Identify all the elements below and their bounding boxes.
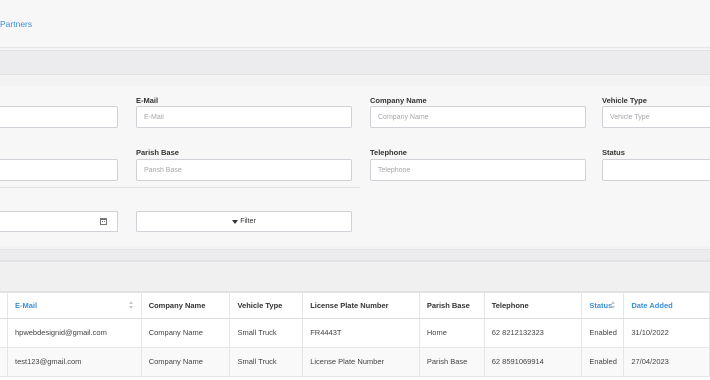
parish-base-label: Parish Base: [136, 148, 179, 157]
company-name-label: Company Name: [370, 96, 427, 105]
table-row[interactable]: test123@gmail.com Company Name Small Tru…: [0, 347, 710, 377]
cell-date-added: 27/04/2023: [623, 347, 710, 377]
partners-table: E-Mail Company Name Vehicle Type License…: [0, 293, 710, 377]
cell-parish-base: Home: [419, 318, 485, 348]
telephone-label: Telephone: [370, 148, 407, 157]
filter-divider: [0, 187, 360, 188]
column-header-vehicle-type: Vehicle Type: [229, 293, 304, 319]
cell-company-name: Company Name: [141, 318, 231, 348]
email-label: E-Mail: [136, 96, 159, 105]
filter-button[interactable]: Filter: [136, 211, 352, 232]
checkbox-column-header: [0, 293, 8, 319]
sort-icon[interactable]: [611, 301, 616, 309]
cell-license-plate: FR4443T: [302, 318, 420, 348]
filter-panel-header: [0, 50, 710, 75]
column-header-date-added[interactable]: Date Added: [623, 293, 710, 319]
partners-table-panel: E-Mail Company Name Vehicle Type License…: [0, 292, 710, 380]
vehicle-type-label: Vehicle Type: [602, 96, 647, 105]
table-header-row: E-Mail Company Name Vehicle Type License…: [0, 293, 710, 319]
company-name-field[interactable]: [370, 106, 586, 128]
cell-company-name: Company Name: [141, 347, 231, 377]
column-header-status[interactable]: Status: [581, 293, 625, 319]
breadcrumb-partners-link[interactable]: Partners: [0, 19, 32, 29]
sort-icon[interactable]: [128, 301, 133, 309]
cell-email: hpwebdesignid@gmail.com: [7, 318, 142, 348]
calendar-icon[interactable]: [100, 218, 107, 225]
filter-button-label: Filter: [240, 218, 256, 225]
cell-telephone: 62 8591069914: [484, 347, 583, 377]
cell-status: Enabled: [581, 318, 625, 348]
cell-parish-base: Parish Base: [419, 347, 485, 377]
column-header-license-plate: License Plate Number: [302, 293, 420, 319]
column-header-email[interactable]: E-Mail: [7, 293, 142, 319]
column-header-parish-base: Parish Base: [419, 293, 485, 319]
cell-date-added: 31/10/2022: [623, 318, 710, 348]
status-select[interactable]: [602, 159, 710, 181]
cell-status: Enabled: [581, 347, 625, 377]
cell-email: test123@gmail.com: [7, 347, 142, 377]
cell-vehicle-type: Small Truck: [229, 318, 304, 348]
email-field[interactable]: [136, 106, 352, 128]
first-column-field[interactable]: [0, 159, 118, 181]
vehicle-type-field[interactable]: [602, 106, 710, 128]
parish-base-field[interactable]: [136, 159, 352, 181]
cell-telephone: 62 8212132323: [484, 318, 583, 348]
row-checkbox-cell[interactable]: [0, 347, 8, 377]
date-range-input[interactable]: [0, 211, 118, 232]
table-panel-header: [0, 261, 710, 292]
name-field[interactable]: [0, 106, 118, 128]
telephone-field[interactable]: [370, 159, 586, 181]
breadcrumb-bar: Partners: [0, 0, 710, 48]
filter-icon: [232, 219, 239, 224]
cell-vehicle-type: Small Truck: [229, 347, 304, 377]
column-header-telephone: Telephone: [484, 293, 583, 319]
row-checkbox-cell[interactable]: [0, 318, 8, 348]
cell-license-plate: License Plate Number: [302, 347, 420, 377]
table-row[interactable]: hpwebdesignid@gmail.com Company Name Sma…: [0, 318, 710, 348]
section-divider: [0, 249, 710, 261]
status-label: Status: [602, 148, 625, 157]
column-header-company-name: Company Name: [141, 293, 231, 319]
